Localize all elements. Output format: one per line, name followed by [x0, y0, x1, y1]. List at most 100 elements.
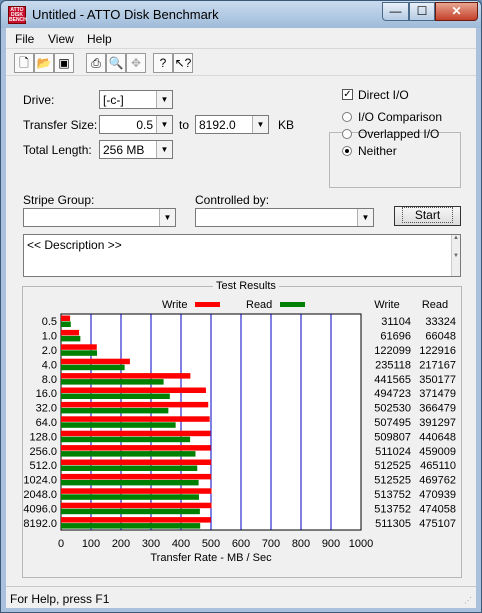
y-category-label: 16.0 [36, 388, 57, 400]
read-value: 470939 [419, 489, 456, 501]
menu-help[interactable]: Help [87, 32, 112, 46]
description-box[interactable]: << Description >> ▲ ▼ [23, 234, 461, 277]
status-text: For Help, press F1 [10, 592, 110, 606]
bar-write [61, 502, 212, 509]
bar-read [61, 451, 196, 457]
stripe-group-label: Stripe Group: [23, 193, 95, 207]
write-value: 61696 [380, 331, 411, 343]
printer-icon[interactable]: ⎙ [86, 53, 106, 73]
minimize-button[interactable]: — [382, 2, 409, 21]
bar-write [61, 401, 209, 408]
chevron-down-icon[interactable]: ▼ [156, 116, 172, 133]
y-category-label: 2.0 [42, 345, 57, 357]
write-value: 235118 [375, 359, 411, 371]
resize-grip-icon[interactable]: ⋰ [464, 596, 474, 606]
description-text: << Description >> [27, 238, 122, 252]
bar-read [61, 321, 71, 327]
write-value: 122099 [374, 345, 411, 357]
benchmark-form: Drive: [-c-] ▼ Transfer Size: 0.5 ▼ to 8… [6, 76, 476, 608]
transfer-size-label: Transfer Size: [23, 118, 98, 132]
bar-write [61, 445, 211, 451]
y-category-label: 512.0 [29, 460, 57, 472]
x-tick-label: 500 [202, 538, 220, 550]
transfer-from-value: 0.5 [136, 118, 153, 132]
toolbar: 🗋 📂 ▣ ⎙ 🔍 ✥ ? ↖? [6, 48, 476, 76]
total-length-label: Total Length: [23, 143, 92, 157]
transfer-from-select[interactable]: 0.5 ▼ [99, 115, 173, 134]
read-value: 350177 [419, 374, 456, 386]
y-category-label: 0.5 [42, 316, 57, 328]
write-value: 494723 [374, 388, 411, 400]
maximize-button[interactable]: ☐ [409, 2, 435, 21]
save-disk-icon[interactable]: ▣ [54, 53, 74, 73]
open-folder-icon[interactable]: 📂 [34, 53, 54, 73]
description-scrollbar[interactable]: ▲ ▼ [451, 235, 460, 276]
bar-write [61, 459, 212, 465]
read-value: 366479 [419, 403, 456, 415]
x-tick-label: 300 [142, 538, 160, 550]
chevron-down-icon[interactable]: ▼ [252, 116, 268, 133]
y-category-label: 256.0 [29, 446, 57, 458]
x-tick-label: 600 [232, 538, 250, 550]
write-value: 502530 [374, 403, 411, 415]
controlled-by-select[interactable]: ▼ [195, 208, 374, 227]
x-tick-label: 900 [322, 538, 340, 550]
write-value: 511024 [375, 446, 411, 458]
print-preview-icon[interactable]: 🔍 [106, 53, 126, 73]
to-label: to [179, 118, 190, 132]
transfer-to-select[interactable]: 8192.0 ▼ [195, 115, 269, 134]
bar-write [61, 488, 212, 494]
bar-read [61, 494, 199, 500]
drive-label: Drive: [23, 93, 55, 107]
y-category-label: 2048.0 [23, 489, 57, 501]
kb-label: KB [278, 118, 295, 132]
read-value: 475107 [419, 518, 456, 530]
y-category-label: 128.0 [29, 431, 57, 443]
read-value: 440648 [419, 431, 456, 443]
write-column-header: Write [374, 299, 399, 311]
direct-io-checkbox[interactable]: ✓ [342, 89, 353, 100]
new-file-icon[interactable]: 🗋 [14, 53, 34, 73]
menu-file[interactable]: File [15, 32, 34, 46]
stripe-group-select[interactable]: ▼ [23, 208, 176, 227]
drive-value: [-c-] [103, 93, 124, 107]
read-value: 33324 [425, 316, 456, 328]
bar-read [61, 422, 176, 428]
atto-app-icon[interactable]: ATTO DISK BENCH [8, 6, 27, 24]
x-tick-label: 0 [58, 538, 64, 550]
move-arrows-icon[interactable]: ✥ [126, 53, 146, 73]
write-value: 509807 [374, 431, 411, 443]
close-button[interactable]: ✕ [435, 2, 478, 21]
help-question-icon[interactable]: ? [153, 53, 173, 73]
benchmark-chart: 0 100 200 300 400 500 600 700 800 900 1000 Transfer… [23, 299, 456, 564]
bar-read [61, 364, 125, 371]
bar-write [61, 416, 210, 422]
bar-read [61, 379, 164, 385]
x-tick-label: 100 [82, 538, 100, 550]
read-value: 465110 [420, 460, 456, 472]
legend-write-label: Write [162, 299, 187, 311]
bar-write [61, 473, 212, 480]
radio-overlapped-io[interactable] [342, 129, 352, 139]
legend-write-swatch [195, 302, 220, 307]
radio-neither[interactable] [342, 146, 352, 156]
chevron-down-icon[interactable]: ▼ [156, 141, 172, 158]
menu-view[interactable]: View [48, 32, 74, 46]
write-value: 507495 [374, 417, 411, 429]
chevron-down-icon[interactable]: ▼ [357, 209, 373, 226]
bar-write [61, 387, 206, 393]
write-value: 441565 [374, 374, 411, 386]
context-help-icon[interactable]: ↖? [173, 53, 193, 73]
start-button[interactable]: Start [394, 206, 461, 226]
title-bar[interactable]: ATTO DISK BENCH Untitled - ATTO Disk Ben… [1, 1, 481, 28]
total-length-select[interactable]: 256 MB ▼ [99, 140, 173, 159]
drive-select[interactable]: [-c-] ▼ [99, 90, 173, 109]
bar-read [61, 393, 170, 399]
bar-read [61, 436, 191, 443]
read-value: 217167 [419, 359, 456, 371]
chevron-down-icon[interactable]: ▼ [156, 91, 172, 108]
write-value: 513752 [374, 489, 411, 501]
chevron-down-icon[interactable]: ▼ [159, 209, 175, 226]
radio-io-comparison[interactable] [342, 112, 352, 122]
io-comparison-label: I/O Comparison [358, 110, 443, 124]
